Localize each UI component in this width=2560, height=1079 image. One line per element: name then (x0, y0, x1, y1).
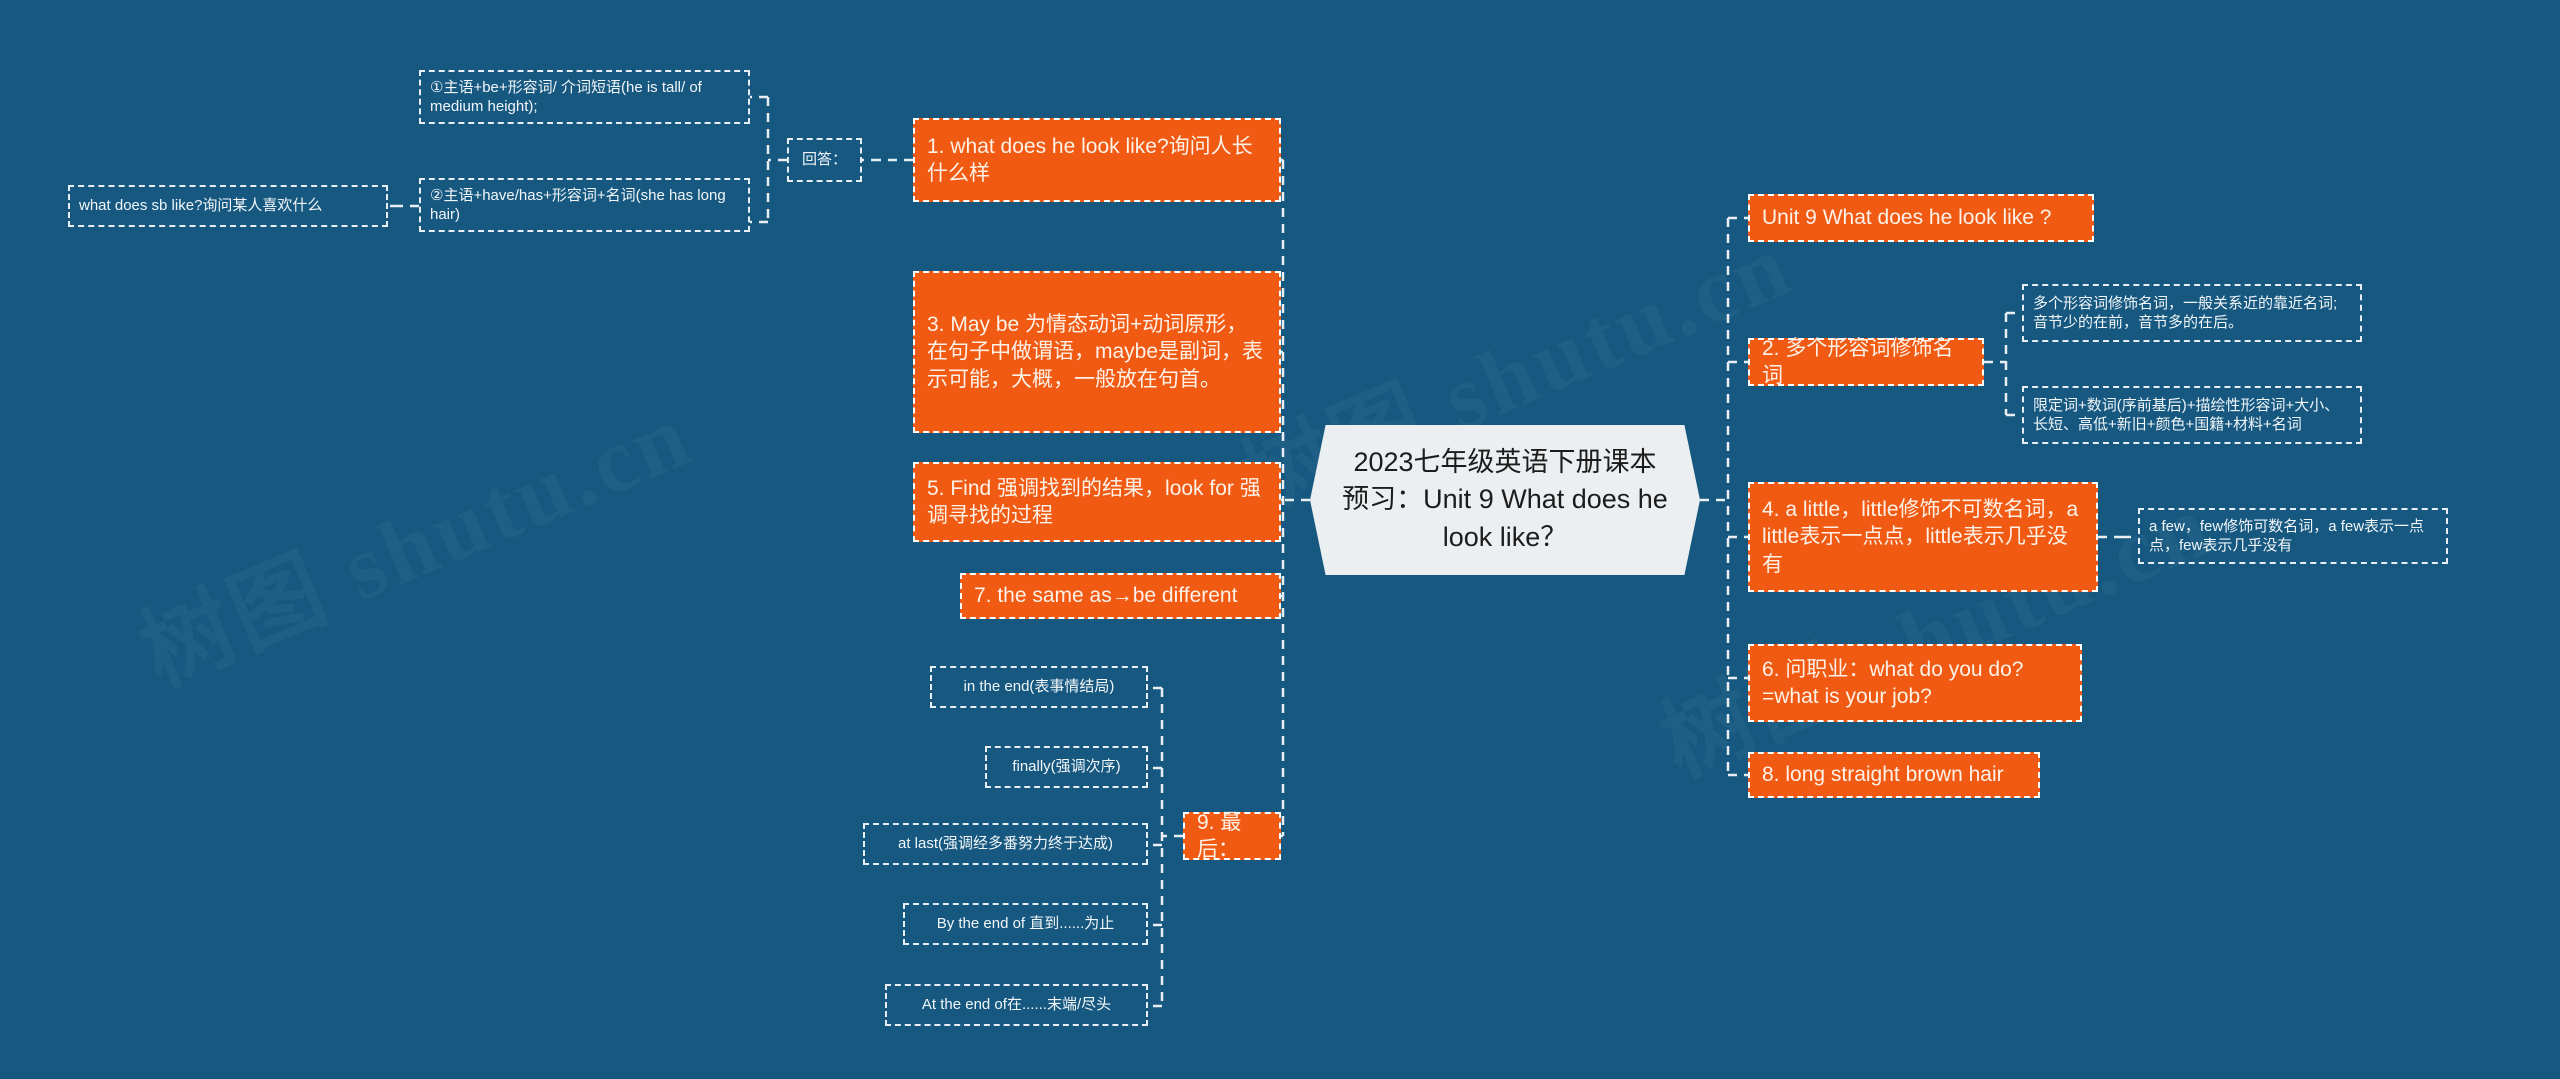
mindmap-node-item-9[interactable]: 9. 最后： (1183, 811, 1281, 861)
node-label: 8. long straight brown hair (1762, 763, 2004, 787)
mindmap-node-item-2[interactable]: 2. 多个形容词修饰名词 (1748, 337, 1984, 387)
node-label: 5. Find 强调找到的结果，look for 强调寻找的过程 (927, 476, 1261, 527)
mindmap-node-note-2a[interactable]: 多个形容词修饰名词，一般关系近的靠近名词;音节少的在前，音节多的在后。 (2022, 284, 2362, 342)
mindmap-node-item-1[interactable]: 1. what does he look like?询问人长什么样 (913, 118, 1281, 202)
node-label: at last(强调经多番努力终于达成) (897, 835, 1113, 853)
mindmap-node-item-3[interactable]: 3. May be 为情态动词+动词原形，在句子中做谓语，maybe是副词，表示… (913, 271, 1281, 433)
node-label: finally(强调次序) (1012, 758, 1121, 776)
mindmap-node-item-6[interactable]: 6. 问职业：what do you do?=what is your job? (1748, 644, 2082, 722)
watermark: 树图 shutu.cn (117, 361, 708, 712)
mindmap-node-finally[interactable]: finally(强调次序) (985, 746, 1148, 788)
mindmap-node-note-2b[interactable]: 限定词+数词(序前基后)+描绘性形容词+大小、长短、高低+新旧+颜色+国籍+材料… (2022, 386, 2362, 444)
node-label: 限定词+数词(序前基后)+描绘性形容词+大小、长短、高低+新旧+颜色+国籍+材料… (2033, 396, 2340, 434)
mindmap-node-item-8[interactable]: 8. long straight brown hair (1748, 752, 2040, 798)
node-label: 1. what does he look like?询问人长什么样 (927, 134, 1253, 185)
mindmap-node-ask-like[interactable]: what does sb like?询问某人喜欢什么 (68, 185, 388, 227)
node-label: 回答： (801, 151, 847, 169)
node-label: 2. 多个形容词修饰名词 (1762, 336, 1954, 387)
node-label: a few，few修饰可数名词，a few表示一点点，few表示几乎没有 (2149, 517, 2425, 555)
node-label: By the end of 直到......为止 (936, 915, 1115, 933)
node-label: 多个形容词修饰名词，一般关系近的靠近名词;音节少的在前，音节多的在后。 (2033, 294, 2338, 332)
mindmap-center-node[interactable]: 2023七年级英语下册课本预习：Unit 9 What does he look… (1310, 425, 1700, 575)
node-label: in the end(表事情结局) (963, 678, 1115, 696)
node-label: 6. 问职业：what do you do?=what is your job? (1762, 657, 2024, 708)
node-label: 3. May be 为情态动词+动词原形，在句子中做谓语，maybe是副词，表示… (927, 313, 1264, 391)
node-label: ②主语+have/has+形容词+名词(she has long hair) (430, 186, 730, 224)
node-label: Unit 9 What does he look like ? (1762, 206, 2052, 230)
node-label: 4. a little，little修饰不可数名词，a little表示一点点，… (1762, 498, 2085, 576)
mindmap-node-item-4[interactable]: 4. a little，little修饰不可数名词，a little表示一点点，… (1748, 482, 2098, 592)
mindmap-node-pattern-2[interactable]: ②主语+have/has+形容词+名词(she has long hair) (419, 178, 750, 232)
mindmap-node-answer[interactable]: 回答： (787, 138, 862, 182)
mindmap-node-note-4[interactable]: a few，few修饰可数名词，a few表示一点点，few表示几乎没有 (2138, 508, 2448, 564)
node-label: At the end of在......末端/尽头 (921, 996, 1112, 1014)
node-label: 9. 最后： (1197, 810, 1242, 861)
mindmap-node-at-last[interactable]: at last(强调经多番努力终于达成) (863, 823, 1148, 865)
mindmap-node-item-5[interactable]: 5. Find 强调找到的结果，look for 强调寻找的过程 (913, 462, 1281, 542)
mindmap-node-by-the-end-of[interactable]: By the end of 直到......为止 (903, 903, 1148, 945)
mindmap-node-in-the-end[interactable]: in the end(表事情结局) (930, 666, 1148, 708)
mindmap-node-item-7[interactable]: 7. the same as→be different (960, 573, 1281, 619)
node-label: what does sb like?询问某人喜欢什么 (79, 197, 323, 215)
node-label: ①主语+be+形容词/ 介词短语(he is tall/ of medium h… (430, 78, 707, 116)
mindmap-node-unit[interactable]: Unit 9 What does he look like ? (1748, 194, 2094, 242)
node-label: 7. the same as→be different (974, 584, 1238, 608)
center-node-title: 2023七年级英语下册课本预习：Unit 9 What does he look… (1342, 447, 1668, 552)
mindmap-node-pattern-1[interactable]: ①主语+be+形容词/ 介词短语(he is tall/ of medium h… (419, 70, 750, 124)
mindmap-node-at-the-end-of[interactable]: At the end of在......末端/尽头 (885, 984, 1148, 1026)
